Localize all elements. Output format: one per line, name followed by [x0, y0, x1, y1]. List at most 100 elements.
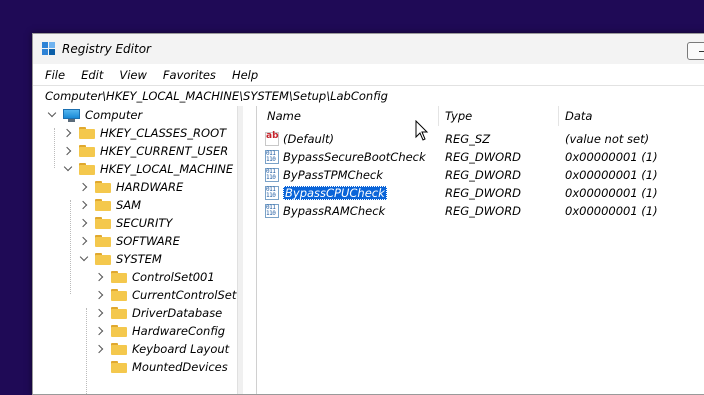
menu-favorites[interactable]: Favorites: [163, 68, 216, 82]
chevron-right-icon[interactable]: [79, 218, 89, 228]
tree-node-label: Computer: [85, 108, 143, 122]
value-row[interactable]: ByPassTPMCheck REG_DWORD 0x00000001 (1): [257, 166, 704, 184]
tree-node-label: CurrentControlSet: [132, 288, 237, 302]
folder-icon: [79, 145, 95, 157]
value-data: 0x00000001 (1): [565, 204, 658, 218]
chevron-right-icon[interactable]: [63, 146, 73, 156]
value-data: (value not set): [565, 132, 650, 146]
value-row[interactable]: BypassSecureBootCheck REG_DWORD 0x000000…: [257, 148, 704, 166]
tree-node-currentcontrolset[interactable]: CurrentControlSet: [95, 286, 236, 304]
tree-node-label: SECURITY: [116, 216, 173, 230]
tree-node-controlset001[interactable]: ControlSet001: [95, 268, 215, 286]
value-type: REG_DWORD: [445, 150, 522, 164]
tree-node-keyboard-layout[interactable]: Keyboard Layout: [95, 340, 229, 358]
chevron-right-icon[interactable]: [95, 326, 105, 336]
tree-node-hkey-classes-root[interactable]: HKEY_CLASSES_ROOT: [63, 124, 226, 142]
column-divider[interactable]: [558, 106, 559, 126]
value-type: REG_DWORD: [445, 186, 522, 200]
folder-icon: [111, 343, 127, 355]
value-data: 0x00000001 (1): [565, 168, 658, 182]
folder-icon: [79, 127, 95, 139]
chevron-right-icon[interactable]: [79, 182, 89, 192]
tree-node-label: MountedDevices: [132, 360, 228, 374]
chevron-right-icon[interactable]: [95, 290, 105, 300]
menu-edit[interactable]: Edit: [81, 68, 103, 82]
address-path[interactable]: Computer\HKEY_LOCAL_MACHINE\SYSTEM\Setup…: [45, 89, 388, 103]
key-tree[interactable]: Computer HKEY_CLASSES_ROOT HKEY_CURRENT_…: [33, 106, 237, 394]
tree-node-security[interactable]: SECURITY: [79, 214, 172, 232]
folder-icon: [111, 361, 127, 373]
tree-node-hkey-current-user[interactable]: HKEY_CURRENT_USER: [63, 142, 228, 160]
tree-node-computer[interactable]: Computer: [47, 106, 142, 124]
mouse-pointer-icon: [415, 120, 429, 141]
chevron-right-icon[interactable]: [79, 200, 89, 210]
chevron-down-icon[interactable]: [63, 164, 73, 174]
tree-node-label: HARDWARE: [116, 180, 184, 194]
column-header-type[interactable]: Type: [445, 106, 555, 126]
folder-icon: [95, 181, 111, 193]
tree-node-system[interactable]: SYSTEM: [79, 250, 162, 268]
column-header-name[interactable]: Name: [267, 106, 427, 126]
value-name: ByPassTPMCheck: [283, 168, 383, 182]
value-data: 0x00000001 (1): [565, 150, 658, 164]
tree-node-label: ControlSet001: [132, 270, 215, 284]
column-header-data[interactable]: Data: [565, 106, 685, 126]
value-row-selected[interactable]: BypassCPUCheck REG_DWORD 0x00000001 (1): [257, 184, 704, 202]
folder-icon: [95, 235, 111, 247]
tree-node-hkey-local-machine[interactable]: HKEY_LOCAL_MACHINE: [63, 160, 233, 178]
menu-view[interactable]: View: [119, 68, 147, 82]
tree-node-label: HKEY_CLASSES_ROOT: [100, 126, 227, 140]
folder-icon: [95, 217, 111, 229]
folder-icon: [95, 253, 111, 265]
tree-node-driverdatabase[interactable]: DriverDatabase: [95, 304, 222, 322]
window-title: Registry Editor: [62, 42, 151, 56]
values-list[interactable]: Name Type Data (Default) REG_SZ (value n…: [257, 106, 704, 394]
tree-node-software[interactable]: SOFTWARE: [79, 232, 180, 250]
menu-help[interactable]: Help: [232, 68, 258, 82]
folder-icon: [79, 163, 95, 175]
binary-value-icon: [265, 204, 279, 218]
tree-node-label: HKEY_CURRENT_USER: [100, 144, 229, 158]
pane-splitter[interactable]: [243, 106, 257, 394]
tree-node-label: SOFTWARE: [116, 234, 180, 248]
registry-editor-icon: [42, 42, 56, 56]
value-name[interactable]: BypassCPUCheck: [283, 186, 387, 200]
minimize-button[interactable]: [687, 42, 704, 60]
value-row[interactable]: BypassRAMCheck REG_DWORD 0x00000001 (1): [257, 202, 704, 220]
chevron-right-icon[interactable]: [95, 272, 105, 282]
tree-node-hardwareconfig[interactable]: HardwareConfig: [95, 322, 225, 340]
binary-value-icon: [265, 150, 279, 164]
address-bar[interactable]: Computer\HKEY_LOCAL_MACHINE\SYSTEM\Setup…: [33, 85, 704, 107]
folder-icon: [111, 307, 127, 319]
value-row[interactable]: (Default) REG_SZ (value not set): [257, 130, 704, 148]
chevron-right-icon[interactable]: [63, 128, 73, 138]
folder-icon: [111, 289, 127, 301]
tree-node-label: Keyboard Layout: [132, 342, 230, 356]
value-name: BypassSecureBootCheck: [283, 150, 426, 164]
value-type: REG_SZ: [445, 132, 491, 146]
binary-value-icon: [265, 186, 279, 200]
tree-node-mounteddevices[interactable]: MountedDevices: [111, 358, 228, 376]
chevron-down-icon[interactable]: [47, 110, 57, 120]
value-name: (Default): [283, 132, 334, 146]
tree-node-hardware[interactable]: HARDWARE: [79, 178, 183, 196]
tree-node-label: HardwareConfig: [132, 324, 226, 338]
value-type: REG_DWORD: [445, 168, 522, 182]
registry-editor-window: Registry Editor File Edit View Favorites…: [32, 33, 704, 395]
column-divider[interactable]: [438, 106, 439, 126]
folder-icon: [111, 271, 127, 283]
binary-value-icon: [265, 168, 279, 182]
chevron-right-icon[interactable]: [95, 308, 105, 318]
computer-icon: [63, 108, 80, 122]
chevron-right-icon[interactable]: [95, 344, 105, 354]
chevron-right-icon[interactable]: [79, 236, 89, 246]
tree-node-label: SAM: [116, 198, 142, 212]
folder-icon: [111, 325, 127, 337]
menu-file[interactable]: File: [45, 68, 65, 82]
title-bar[interactable]: Registry Editor: [33, 34, 704, 64]
tree-node-sam[interactable]: SAM: [79, 196, 141, 214]
menu-bar: File Edit View Favorites Help: [33, 64, 704, 85]
value-data: 0x00000001 (1): [565, 186, 658, 200]
chevron-down-icon[interactable]: [79, 254, 89, 264]
value-name: BypassRAMCheck: [283, 204, 386, 218]
